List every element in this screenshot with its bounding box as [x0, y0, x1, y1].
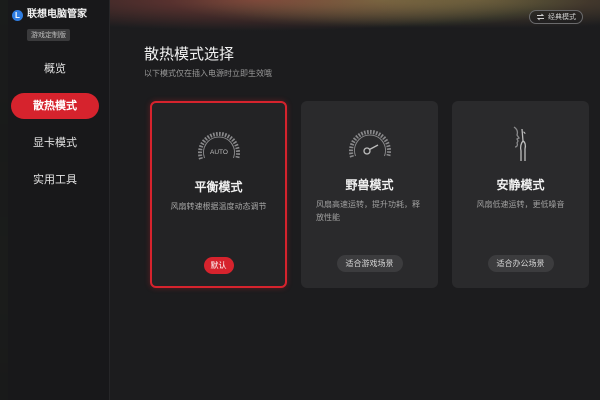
- sidebar-item-thermal-mode[interactable]: 散热模式: [11, 93, 99, 119]
- app-name: 联想电脑管家: [27, 9, 87, 20]
- scenario-tag: 适合办公场景: [487, 255, 554, 272]
- mode-description: 风扇高速运转，提升功耗，释放性能: [316, 200, 420, 222]
- switch-icon: [536, 13, 545, 21]
- scenario-tag: 适合游戏场景: [336, 255, 403, 272]
- edition-badge: 游戏定制版: [27, 29, 70, 41]
- brand: L 联想电脑管家: [12, 9, 87, 21]
- quiet-finger-icon: [513, 126, 526, 161]
- mode-description: 风扇转速根据温度动态调节: [170, 202, 267, 211]
- high-speed-gauge-icon: [348, 129, 391, 158]
- classic-mode-label: 经典模式: [548, 13, 576, 21]
- page-title: 散热模式选择: [144, 45, 235, 63]
- sidebar-nav: 概览 散热模式 显卡模式 实用工具: [0, 56, 110, 204]
- default-badge: 默认: [203, 257, 234, 274]
- mode-card-balanced[interactable]: AUTO 平衡模式 风扇转速根据温度动态调节 默认: [150, 101, 287, 288]
- sidebar-item-graphics-mode[interactable]: 显卡模式: [11, 130, 99, 156]
- mode-card-quiet[interactable]: 安静模式 风扇低速运转，更低噪音 适合办公场景: [452, 101, 589, 288]
- sidebar-item-overview[interactable]: 概览: [11, 56, 99, 82]
- mode-name: 安静模式: [496, 178, 545, 192]
- lenovo-logo-icon: L: [12, 9, 23, 21]
- sidebar-item-utilities[interactable]: 实用工具: [11, 167, 99, 193]
- classic-mode-button[interactable]: 经典模式: [529, 10, 583, 24]
- mode-name: 平衡模式: [194, 180, 243, 194]
- auto-gauge-icon: AUTO: [197, 131, 240, 160]
- sidebar: L 联想电脑管家 游戏定制版 概览 散热模式 显卡模式 实用工具: [0, 0, 110, 400]
- mode-name: 野兽模式: [345, 178, 394, 192]
- mode-description: 风扇低速运转，更低噪音: [476, 200, 565, 209]
- page-subtitle: 以下模式仅在插入电源时立即生效哦: [144, 69, 272, 78]
- svg-text:AUTO: AUTO: [210, 149, 228, 156]
- mode-card-beast[interactable]: 野兽模式 风扇高速运转，提升功耗，释放性能 适合游戏场景: [301, 101, 438, 288]
- header-artwork: [110, 0, 600, 36]
